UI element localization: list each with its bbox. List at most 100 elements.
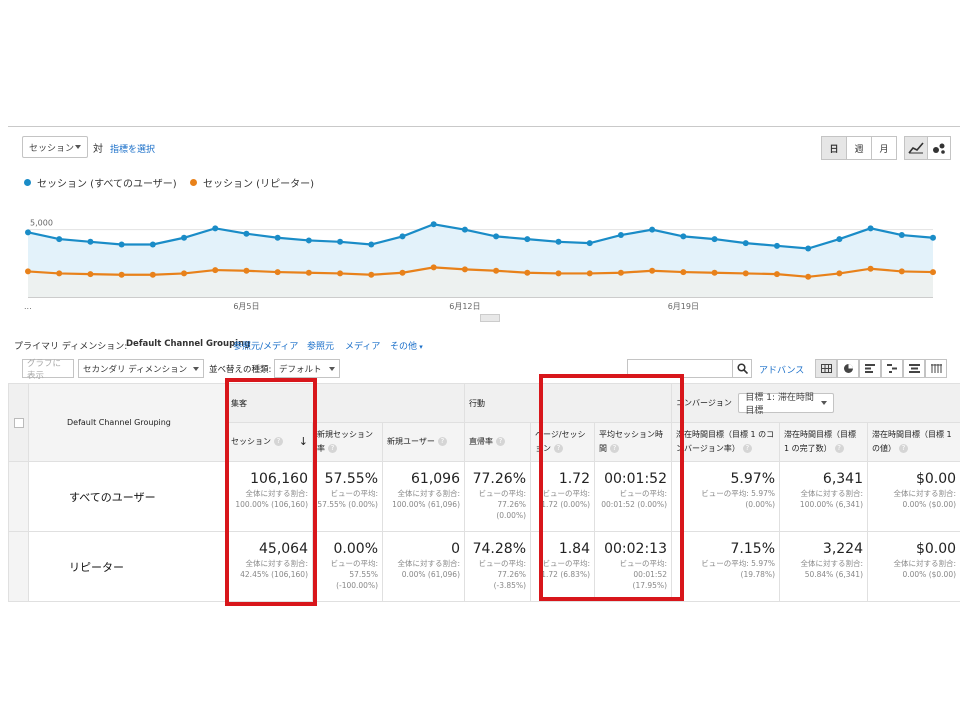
help-icon[interactable]: ? [742, 444, 752, 453]
series1-point [243, 230, 250, 237]
cell-value: 57.55% [324, 471, 378, 487]
motion-chart-toggle[interactable] [927, 136, 951, 160]
comparison-view-button[interactable] [881, 359, 903, 378]
series2-point [649, 267, 656, 274]
table-view-button[interactable] [815, 359, 837, 378]
series2-point [680, 269, 687, 276]
x-tick-label: 6月12日 [449, 302, 480, 311]
group-conversion: コンバージョン 目標 1: 滞在時間目標 [670, 383, 960, 423]
series1-point [711, 236, 718, 243]
bar-view-button[interactable] [859, 359, 881, 378]
metric-select[interactable]: セッション [22, 136, 88, 158]
col-goal-conversion-rate-label: 滞在時間目標（目標 1 のコンバージョン率） [676, 430, 775, 453]
series2-point [586, 270, 593, 277]
goal-select[interactable]: 目標 1: 滞在時間目標 [738, 393, 835, 416]
col-goal-value-label: 滞在時間目標（目標 1 の値） [872, 430, 952, 453]
row-name: すべてのユーザー [28, 461, 227, 532]
pie-view-button[interactable] [837, 359, 859, 378]
cell-value: 0 [451, 541, 460, 557]
legend-series2-label: セッション (リピーター) [203, 179, 314, 190]
col-new-users-label: 新規ユーザー [387, 437, 435, 446]
view-toggle-group [815, 359, 947, 378]
help-icon[interactable]: ? [496, 437, 505, 446]
group-header-row: Default Channel Grouping 集客 行動 コンバージョン 目… [8, 383, 960, 462]
cell-value: 74.28% [472, 541, 526, 557]
dimension-link-source-medium[interactable]: 参照元/メディア [233, 339, 298, 352]
dimension-link-other[interactable]: その他 ▾ [390, 339, 423, 352]
dimension-header[interactable]: Default Channel Grouping [28, 383, 227, 462]
legend-series1[interactable]: セッション (すべてのユーザー) [24, 175, 177, 190]
chevron-down-icon [329, 366, 335, 371]
series1-point [898, 232, 905, 239]
legend-series2[interactable]: セッション (リピーター) [190, 175, 314, 190]
period-day-button[interactable]: 日 [821, 136, 847, 160]
primary-dimension-label: プライマリ ディメンション: [14, 342, 128, 352]
cell-sub: ビューの平均: 5.97% (19.78%) [701, 559, 775, 579]
series2-point [430, 264, 437, 271]
period-week-button[interactable]: 週 [846, 136, 872, 160]
series1-point [368, 241, 375, 248]
col-goal-value[interactable]: 滞在時間目標（目標 1 の値）? [866, 422, 960, 462]
choose-metric-link[interactable]: 指標を選択 [110, 142, 155, 155]
cell: 7.15% ビューの平均: 5.97% (19.78%) [671, 531, 780, 602]
cell-value: 7.15% [730, 541, 775, 557]
line-chart-toggle[interactable] [904, 136, 928, 160]
bubble-icon [933, 143, 945, 154]
chart-resize-handle[interactable] [480, 314, 500, 322]
series2-point [305, 269, 312, 276]
legend-series1-label: セッション (すべてのユーザー) [37, 179, 177, 190]
bar-icon [864, 364, 875, 373]
dimension-link-other-label: その他 [390, 342, 418, 352]
cell: 61,096 全体に対する割合: 100.00% (61,096) [382, 461, 465, 532]
series1-point [586, 240, 593, 247]
cell-value: 3,224 [822, 541, 863, 557]
cell-sub: ビューの平均: 5.97% (0.00%) [701, 489, 775, 509]
search-button[interactable] [732, 359, 752, 378]
series2-point [711, 269, 718, 276]
pivot-view-button[interactable] [925, 359, 947, 378]
group-conversion-label: コンバージョン [676, 398, 732, 408]
sort-select[interactable]: デフォルト [274, 359, 340, 378]
search-icon [736, 363, 748, 374]
series2-point [524, 269, 531, 276]
cell-value: $0.00 [915, 541, 957, 557]
plot-rows-button[interactable]: グラフに表示 [22, 359, 74, 381]
help-icon[interactable]: ? [899, 444, 908, 453]
help-icon[interactable]: ? [834, 444, 844, 453]
series1-point [56, 236, 63, 243]
cell-value: 61,096 [411, 471, 460, 487]
chevron-down-icon [821, 401, 828, 405]
table-row: リピーター 45,064 全体に対する割合: 42.45% (106,160) 0… [8, 531, 960, 602]
cell: 6,341 全体に対する割合: 100.00% (6,341) [779, 461, 868, 532]
col-goal-completions[interactable]: 滞在時間目標（目標 1 の完了数）? [779, 422, 868, 462]
vs-label: 対 [93, 144, 103, 155]
advanced-link[interactable]: アドバンス [759, 363, 804, 376]
series2-point [773, 271, 780, 278]
goal-select-label: 目標 1: 滞在時間目標 [745, 393, 814, 416]
series2-point [149, 271, 156, 278]
cell-sub: ビューの平均: 77.26% (-3.85%) [478, 559, 526, 590]
period-month-button[interactable]: 月 [871, 136, 897, 160]
series2-point [461, 266, 468, 273]
series2-point [493, 267, 500, 274]
dimension-link-medium[interactable]: メディア [345, 339, 380, 352]
series1-point [493, 233, 500, 240]
primary-dimension-active: Default Channel Grouping [126, 339, 251, 349]
secondary-dimension-select[interactable]: セカンダリ ディメンション [78, 359, 204, 378]
series1-point [181, 234, 188, 241]
col-bounce-rate[interactable]: 直帰率? [464, 422, 531, 462]
help-icon[interactable]: ? [437, 437, 447, 446]
cell-sub: 全体に対する割合: 100.00% (61,096) [392, 489, 460, 509]
dimension-link-source[interactable]: 参照元 [307, 339, 334, 352]
col-new-users[interactable]: 新規ユーザー? [382, 422, 465, 462]
series2-point [25, 268, 31, 275]
metric-select-label: セッション [29, 143, 75, 154]
col-goal-conversion-rate[interactable]: 滞在時間目標（目標 1 のコンバージョン率）? [671, 422, 780, 462]
select-all-checkbox[interactable] [13, 417, 24, 428]
x-tick-label: ... [24, 302, 32, 311]
cell-sub: ビューの平均: 57.55% (0.00%) [317, 489, 378, 509]
cell: 0 全体に対する割合: 0.00% (61,096) [382, 531, 465, 602]
help-icon[interactable]: ? [328, 444, 337, 453]
term-cloud-view-button[interactable] [903, 359, 925, 378]
col-new-session-rate[interactable]: 新規セッション率? [312, 422, 383, 462]
